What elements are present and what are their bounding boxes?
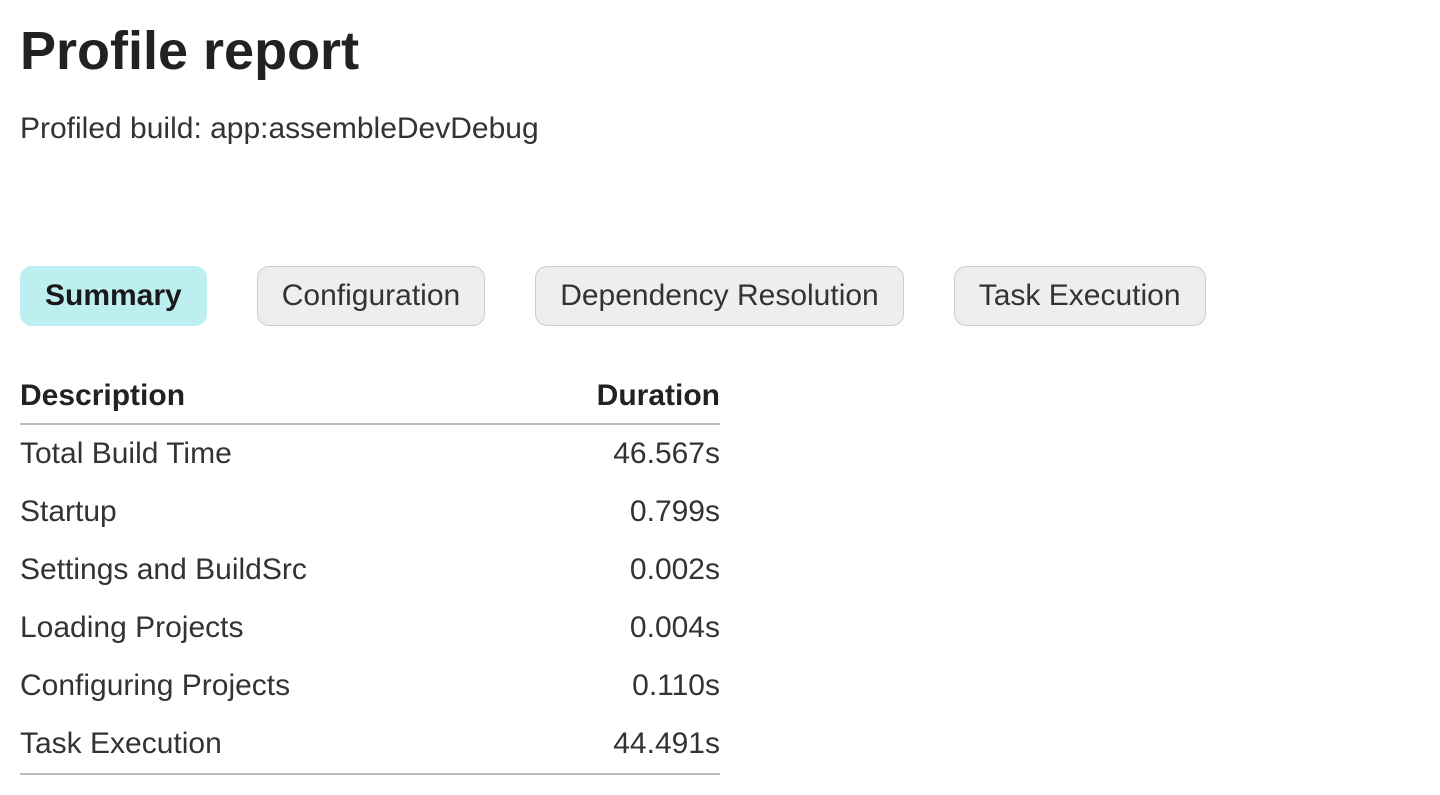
table-row: Loading Projects 0.004s	[20, 599, 720, 657]
header-description: Description	[20, 371, 510, 424]
tabs-container: Summary Configuration Dependency Resolut…	[20, 266, 1420, 326]
row-duration: 0.110s	[510, 657, 720, 715]
profiled-build-subtitle: Profiled build: app:assembleDevDebug	[20, 112, 1420, 146]
table-row: Total Build Time 46.567s	[20, 424, 720, 483]
table-row: Settings and BuildSrc 0.002s	[20, 541, 720, 599]
table-row: Task Execution 44.491s	[20, 715, 720, 774]
page-title: Profile report	[20, 20, 1420, 82]
tab-dependency-resolution[interactable]: Dependency Resolution	[535, 266, 904, 326]
tab-summary[interactable]: Summary	[20, 266, 207, 326]
table-row: Startup 0.799s	[20, 483, 720, 541]
row-description: Loading Projects	[20, 599, 510, 657]
tab-configuration[interactable]: Configuration	[257, 266, 485, 326]
header-duration: Duration	[510, 371, 720, 424]
tab-task-execution[interactable]: Task Execution	[954, 266, 1206, 326]
row-duration: 44.491s	[510, 715, 720, 774]
table-row: Configuring Projects 0.110s	[20, 657, 720, 715]
row-description: Total Build Time	[20, 424, 510, 483]
row-description: Settings and BuildSrc	[20, 541, 510, 599]
table-header-row: Description Duration	[20, 371, 720, 424]
row-duration: 46.567s	[510, 424, 720, 483]
row-duration: 0.799s	[510, 483, 720, 541]
row-duration: 0.004s	[510, 599, 720, 657]
row-description: Configuring Projects	[20, 657, 510, 715]
row-description: Startup	[20, 483, 510, 541]
summary-table: Description Duration Total Build Time 46…	[20, 371, 720, 775]
row-duration: 0.002s	[510, 541, 720, 599]
row-description: Task Execution	[20, 715, 510, 774]
